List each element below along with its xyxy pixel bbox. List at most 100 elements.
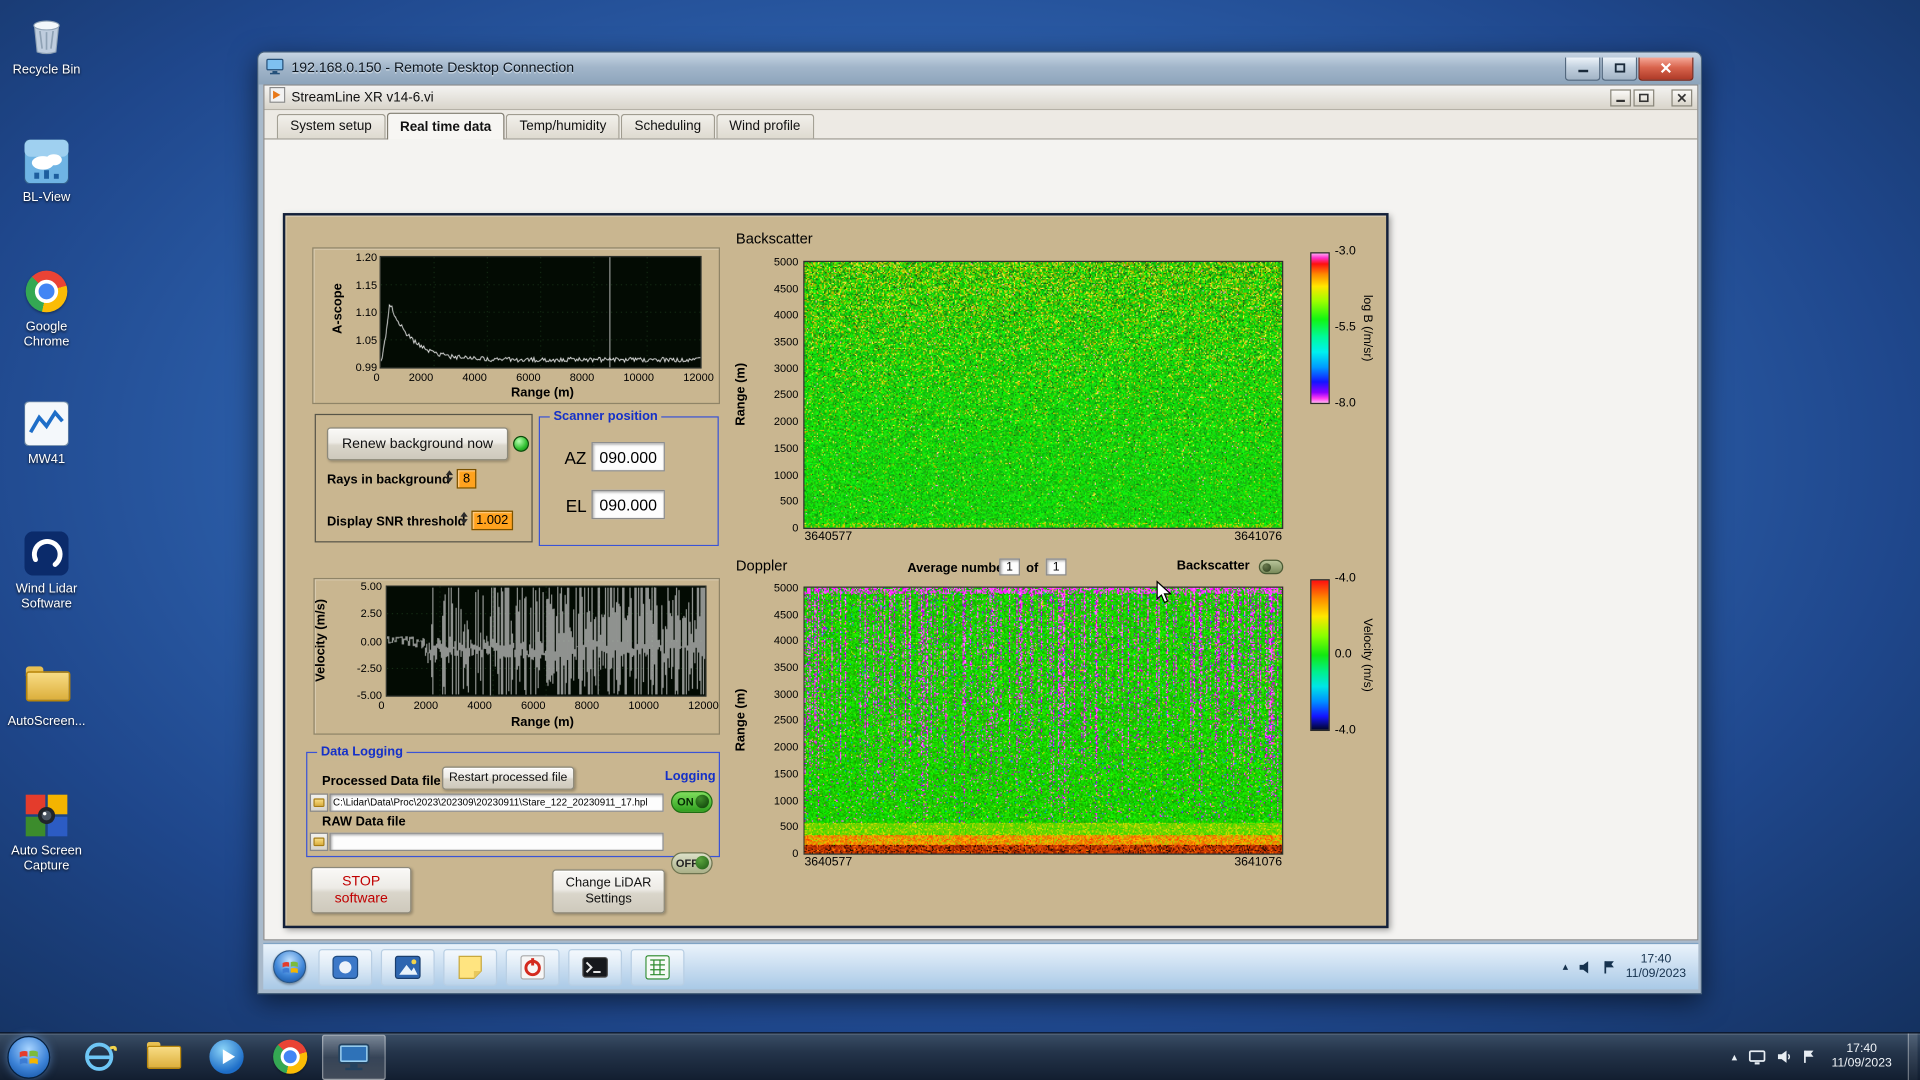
tick-label: 4000 — [467, 699, 492, 711]
el-label: EL — [566, 496, 587, 516]
tab-scheduling[interactable]: Scheduling — [621, 114, 715, 138]
rdp-taskbar-app-5[interactable] — [568, 948, 622, 985]
stop-software-button[interactable]: STOP software — [311, 867, 411, 914]
snr-value[interactable]: 1.002 — [471, 511, 513, 531]
processed-path-field[interactable]: C:\Lidar\Data\Proc\2023\202309\20230911\… — [329, 793, 663, 811]
taskbar-windows-explorer[interactable] — [131, 1033, 195, 1080]
tray-volume-icon[interactable] — [1776, 1049, 1791, 1064]
desktop-icon-google-chrome[interactable]: Google Chrome — [4, 267, 90, 349]
ascope-y-axis-ticks: 1.201.151.101.050.99 — [340, 251, 377, 373]
tick-label: -5.5 — [1335, 322, 1356, 334]
desktop-icon-auto-screen-capture[interactable]: Auto Screen Capture — [4, 791, 90, 873]
raw-logging-toggle[interactable]: OFF — [671, 852, 713, 874]
rdp-maximize-button[interactable] — [1602, 57, 1638, 80]
rdp-titlebar[interactable]: 192.168.0.150 - Remote Desktop Connectio… — [258, 53, 1700, 85]
rays-in-background-label: Rays in background — [327, 473, 450, 488]
taskbar-media-player[interactable] — [195, 1033, 259, 1080]
doppler-heatmap[interactable] — [804, 588, 1282, 854]
tick-label: 1000 — [774, 468, 799, 480]
taskbar-remote-desktop-active[interactable] — [322, 1034, 386, 1079]
raw-path-browse-button[interactable] — [310, 833, 328, 851]
change-lidar-settings-button[interactable]: Change LiDAR Settings — [552, 869, 665, 913]
sticky-note-icon — [458, 954, 482, 978]
rdp-action-center-icon[interactable] — [1602, 959, 1615, 974]
az-value-field[interactable]: 090.000 — [591, 442, 664, 471]
velocity-plot[interactable] — [387, 587, 705, 696]
desktop-icon-bl-view[interactable]: BL-View — [4, 137, 90, 204]
tab-temp-humidity[interactable]: Temp/humidity — [506, 114, 620, 138]
restart-processed-file-button[interactable]: Restart processed file — [442, 767, 574, 790]
snr-spinner[interactable] — [458, 512, 469, 524]
rdp-minimize-button[interactable] — [1565, 57, 1601, 80]
tick-label: 4500 — [774, 282, 799, 294]
clock-time: 17:40 — [1831, 1042, 1891, 1057]
processed-logging-toggle[interactable]: ON — [671, 791, 713, 813]
desktop-icon-label: Wind Lidar Software — [4, 582, 90, 611]
tray-expand-icon[interactable]: ▴ — [1732, 1050, 1738, 1063]
desktop-icon-label: Auto Screen Capture — [4, 844, 90, 873]
rdp-close-button[interactable] — [1638, 57, 1693, 80]
rdp-clock-date: 11/09/2023 — [1626, 967, 1686, 982]
raw-path-field[interactable] — [329, 833, 663, 851]
app-window-title: StreamLine XR v14-6.vi — [291, 90, 1607, 105]
rdp-volume-icon[interactable] — [1578, 959, 1593, 974]
rays-value[interactable]: 8 — [457, 469, 477, 489]
renew-background-button[interactable]: Renew background now — [327, 427, 508, 460]
app-maximize-button[interactable] — [1633, 89, 1654, 106]
backscatter-toggle[interactable] — [1259, 560, 1283, 575]
desktop-icon-autoscreen-folder[interactable]: AutoScreen... — [4, 661, 90, 728]
el-value-field[interactable]: 090.000 — [591, 490, 664, 519]
processed-data-file-label: Processed Data file — [322, 774, 441, 789]
settings-button-line2: Settings — [585, 891, 631, 907]
tick-label: 3500 — [774, 661, 799, 673]
desktop-icon-wind-lidar[interactable]: Wind Lidar Software — [4, 529, 90, 611]
app-minimize-button[interactable] — [1610, 89, 1631, 106]
rdp-tray-expand-icon[interactable]: ▴ — [1563, 960, 1569, 973]
rdp-clock[interactable]: 17:40 11/09/2023 — [1626, 952, 1686, 981]
show-desktop-button[interactable] — [1908, 1033, 1918, 1080]
blue-app-icon — [332, 954, 359, 978]
tick-label: 500 — [780, 821, 798, 833]
taskbar-chrome[interactable] — [258, 1033, 322, 1080]
tick-label: 8000 — [570, 371, 595, 383]
tray-action-center-icon[interactable] — [1802, 1049, 1815, 1064]
rdp-taskbar-app-6[interactable] — [631, 948, 685, 985]
rdp-taskbar-app-2[interactable] — [381, 948, 435, 985]
rdp-taskbar-app-4[interactable] — [506, 948, 560, 985]
rdp-taskbar-app-1[interactable] — [318, 948, 372, 985]
tray-display-icon[interactable] — [1748, 1049, 1765, 1065]
toggle-knob-icon — [1262, 563, 1271, 572]
settings-button-line1: Change LiDAR — [566, 876, 652, 892]
tick-label: 1.05 — [356, 334, 377, 346]
rdp-start-button[interactable] — [273, 950, 306, 983]
snr-threshold-label: Display SNR threshold — [327, 514, 466, 529]
average-count-input[interactable]: 1 — [1046, 558, 1067, 575]
app-window: StreamLine XR v14-6.vi System setup Real… — [263, 84, 1698, 940]
app-titlebar[interactable]: StreamLine XR v14-6.vi — [264, 86, 1697, 110]
app-close-button[interactable] — [1671, 89, 1692, 106]
start-button[interactable] — [7, 1035, 50, 1078]
backscatter-y-axis-label: Range (m) — [733, 358, 748, 431]
labview-app-icon — [269, 86, 285, 108]
media-player-icon — [209, 1040, 243, 1074]
pictures-app-icon — [394, 954, 421, 978]
of-label: of — [1026, 561, 1038, 576]
rdp-taskbar-app-3[interactable] — [443, 948, 497, 985]
ascope-plot[interactable] — [381, 257, 701, 367]
tab-system-setup[interactable]: System setup — [277, 114, 386, 138]
backscatter-heatmap[interactable] — [804, 262, 1282, 528]
rays-spinner[interactable] — [443, 470, 454, 482]
screen: Recycle Bin BL-View Google Chrome MW41 W… — [0, 0, 1920, 1080]
processed-path-browse-button[interactable] — [310, 793, 328, 811]
taskbar-internet-explorer[interactable] — [67, 1033, 131, 1080]
desktop-icon-mw41[interactable]: MW41 — [4, 399, 90, 466]
tick-label: 0.00 — [361, 635, 382, 647]
tick-label: 3500 — [774, 336, 799, 348]
tick-label: 3641076 — [1234, 857, 1282, 869]
tick-label: 0 — [792, 847, 798, 859]
average-number-input[interactable]: 1 — [999, 558, 1020, 575]
desktop-icon-recycle-bin[interactable]: Recycle Bin — [4, 10, 90, 77]
taskbar-clock[interactable]: 17:40 11/09/2023 — [1831, 1042, 1891, 1071]
tab-real-time-data[interactable]: Real time data — [386, 113, 504, 140]
tab-wind-profile[interactable]: Wind profile — [716, 114, 814, 138]
